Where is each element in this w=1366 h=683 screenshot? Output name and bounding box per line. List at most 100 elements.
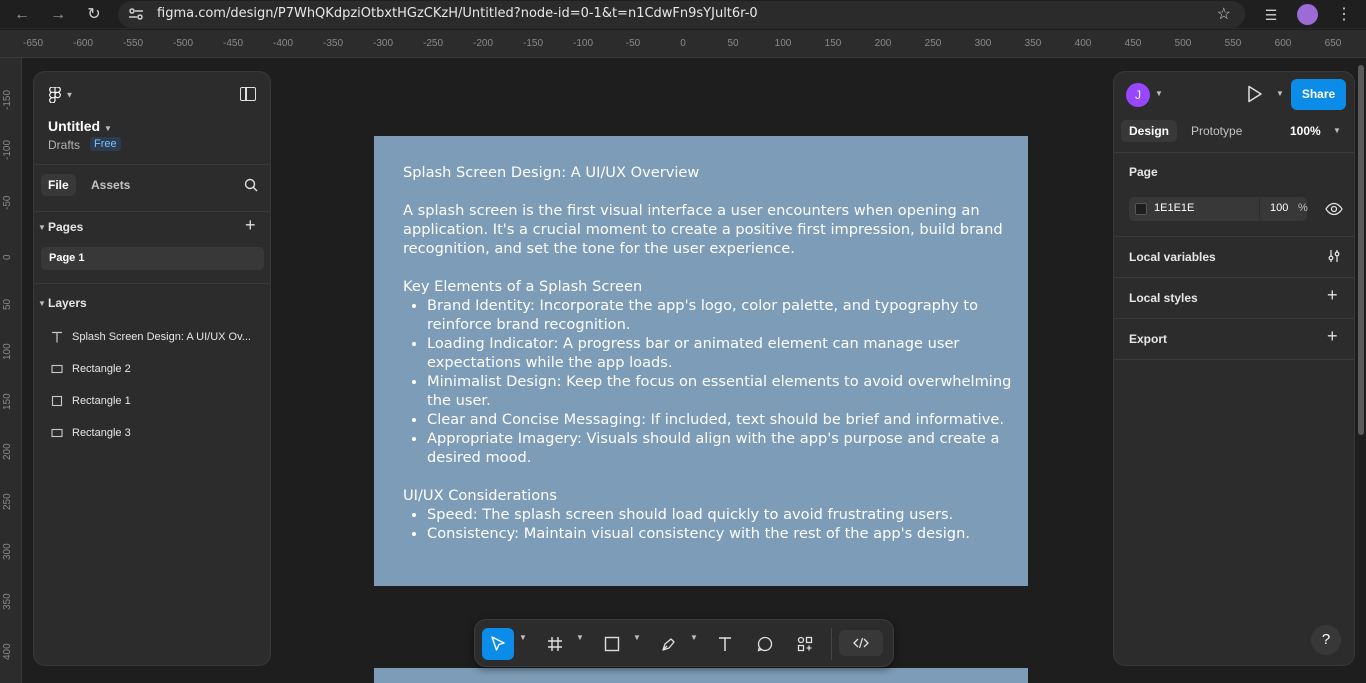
opacity-field[interactable]: 100 % — [1259, 197, 1308, 221]
ruler-tick-label: 100 — [774, 38, 792, 49]
page-heading: Page — [1129, 165, 1158, 179]
tab-design[interactable]: Design — [1121, 120, 1178, 142]
tab-prototype[interactable]: Prototype — [1191, 124, 1242, 138]
address-bar[interactable]: figma.com/design/P7WhQKdpziOtbxtHGzCKzH/… — [118, 1, 1245, 28]
ruler-tick-label: 600 — [1274, 38, 1292, 49]
layer-item[interactable]: Rectangle 2 — [34, 358, 270, 382]
figma-main-menu[interactable]: ▼ — [49, 86, 73, 104]
back-icon[interactable]: ← — [11, 4, 33, 26]
pen-icon — [662, 638, 675, 651]
comment-tool-button[interactable] — [749, 628, 781, 660]
url-text: figma.com/design/P7WhQKdpziOtbxtHGzCKzH/… — [157, 6, 758, 21]
list-item: Loading Indicator: A progress bar or ani… — [427, 334, 1013, 372]
layer-item[interactable]: Rectangle 1 — [34, 390, 270, 414]
reload-icon[interactable]: ↻ — [83, 4, 105, 26]
tab-file[interactable]: File — [41, 174, 76, 196]
panel-toggle-icon[interactable] — [240, 87, 256, 101]
code-icon — [853, 637, 869, 649]
shape-tool-button[interactable] — [596, 628, 628, 660]
variables-settings-icon[interactable] — [1327, 249, 1341, 263]
chevron-down-icon[interactable]: ▼ — [38, 299, 46, 308]
layer-label: Splash Screen Design: A UI/UX Ov... — [72, 331, 251, 343]
chevron-down-icon[interactable]: ▼ — [633, 633, 641, 642]
browser-menu-icon[interactable]: ⋮ — [1333, 4, 1355, 26]
comment-icon — [757, 636, 773, 652]
move-tool-button[interactable] — [482, 628, 514, 660]
site-settings-icon[interactable] — [128, 6, 144, 22]
opacity-value[interactable]: 100 — [1270, 202, 1288, 214]
cursor-icon — [491, 636, 505, 651]
ruler-tick-label: -250 — [422, 38, 444, 49]
avatar[interactable]: J — [1126, 83, 1150, 107]
ruler-tick-label: 250 — [924, 38, 942, 49]
drafts-label[interactable]: Drafts — [48, 138, 80, 152]
pen-tool-button[interactable] — [653, 628, 685, 660]
help-button[interactable]: ? — [1311, 625, 1341, 655]
splash-screen-text-layer[interactable]: Splash Screen Design: A UI/UX Overview A… — [403, 163, 1013, 543]
eye-icon[interactable] — [1325, 200, 1343, 218]
ruler-tick-label: 350 — [2, 593, 13, 610]
doc-title: Splash Screen Design: A UI/UX Overview — [403, 164, 700, 181]
page-item-page-1[interactable]: Page 1 — [41, 247, 264, 270]
ruler-tick-label: 450 — [1124, 38, 1142, 49]
chevron-down-icon[interactable]: ▼ — [1155, 89, 1163, 98]
ruler-tick-label: 550 — [1224, 38, 1242, 49]
dev-mode-toggle[interactable] — [839, 630, 883, 656]
layers-heading[interactable]: Layers — [48, 296, 87, 310]
rectangle-layer-icon — [51, 428, 63, 438]
layer-item[interactable]: Rectangle 3 — [34, 422, 270, 446]
add-style-icon[interactable]: + — [1327, 285, 1338, 306]
list-item: Consistency: Maintain visual consistency… — [427, 524, 1013, 543]
export-heading[interactable]: Export — [1129, 332, 1167, 346]
ruler-tick-label: -550 — [122, 38, 144, 49]
share-button[interactable]: Share — [1291, 79, 1346, 110]
ruler-tick-label: 100 — [2, 343, 13, 360]
text-tool-button[interactable] — [709, 628, 741, 660]
chevron-down-icon[interactable]: ▼ — [576, 633, 584, 642]
page-label: Page 1 — [49, 252, 85, 264]
add-export-icon[interactable]: + — [1327, 326, 1338, 347]
hex-value[interactable]: 1E1E1E — [1154, 202, 1194, 214]
ruler-tick-label: -400 — [272, 38, 294, 49]
play-icon[interactable] — [1247, 85, 1263, 103]
chevron-down-icon[interactable]: ▼ — [690, 633, 698, 642]
add-page-icon[interactable]: + — [245, 215, 256, 236]
actions-tool-button[interactable] — [789, 628, 821, 660]
page-scrollbar[interactable] — [1358, 65, 1364, 435]
search-icon[interactable] — [244, 178, 258, 192]
text-frame[interactable]: Splash Screen Design: A UI/UX Overview A… — [374, 136, 1028, 586]
ruler-tick-label: -150 — [522, 38, 544, 49]
frame-tool-button[interactable] — [539, 628, 571, 660]
browser-toolbar: ← → ↻ figma.com/design/P7WhQKdpziOtbxtHG… — [0, 0, 1366, 29]
ruler-tick-label: -50 — [2, 195, 13, 210]
chevron-down-icon[interactable]: ▼ — [519, 633, 527, 642]
pages-heading[interactable]: Pages — [48, 220, 83, 234]
media-control-icon[interactable]: ☰ — [1260, 4, 1282, 26]
layer-label: Rectangle 2 — [72, 363, 131, 375]
ruler-tick-label: 500 — [1174, 38, 1192, 49]
zoom-level[interactable]: 100% — [1290, 124, 1321, 138]
forward-icon[interactable]: → — [47, 4, 69, 26]
vertical-ruler: -150 -100 -50 0 50 100 150 200 250 300 350 400 — [0, 58, 22, 683]
chevron-down-icon[interactable]: ▼ — [1276, 89, 1284, 98]
ruler-tick-label: -200 — [472, 38, 494, 49]
tab-assets[interactable]: Assets — [91, 178, 130, 192]
chevron-down-icon[interactable]: ▼ — [38, 223, 46, 232]
local-styles-heading[interactable]: Local styles — [1129, 291, 1198, 305]
ruler-tick-label: 200 — [874, 38, 892, 49]
section2-list: Speed: The splash screen should load qui… — [403, 505, 1013, 543]
local-variables-heading[interactable]: Local variables — [1129, 250, 1216, 264]
color-swatch[interactable] — [1135, 203, 1147, 215]
browser-profile-avatar[interactable] — [1297, 4, 1318, 25]
ruler-tick-label: 0 — [680, 38, 686, 49]
bookmark-star-icon[interactable]: ☆ — [1217, 4, 1231, 24]
chevron-down-icon[interactable]: ▼ — [1333, 126, 1341, 135]
file-title[interactable]: Untitled ▼ — [48, 118, 112, 134]
list-item: Clear and Concise Messaging: If included… — [427, 410, 1013, 429]
rectangle-frame[interactable] — [374, 668, 1028, 683]
frame-icon — [548, 637, 562, 651]
section2-heading: UI/UX Considerations — [403, 487, 557, 504]
bottom-toolbar: ▼ ▼ ▼ ▼ — [474, 619, 894, 667]
ruler-tick-label: -500 — [172, 38, 194, 49]
layer-item[interactable]: Splash Screen Design: A UI/UX Ov... — [34, 326, 270, 350]
